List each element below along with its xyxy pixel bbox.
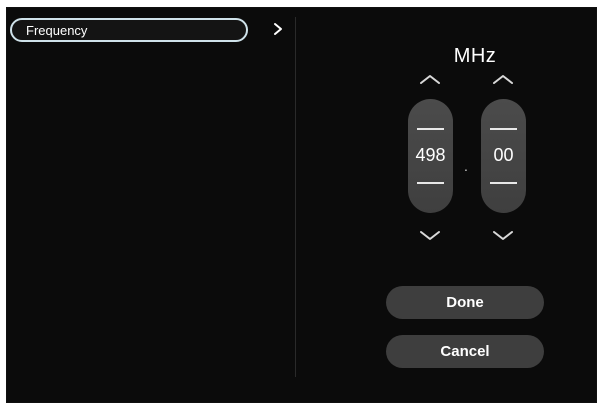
increase-integer-chevron-up-icon[interactable] [418,73,442,85]
done-button[interactable]: Done [386,286,544,319]
spinner-bottom-line [417,182,444,184]
tv-settings-screen: Frequency MHz 498 . 00 Done Cancel [6,7,597,403]
frequency-unit-label: MHz [453,45,497,67]
frequency-decimal-value: 00 [493,145,514,165]
decrease-integer-chevron-down-icon[interactable] [418,229,442,241]
decimal-separator: . [464,158,468,174]
spinner-top-line [417,128,444,130]
spinner-top-line [490,128,517,130]
sidebar-item-label: Frequency [26,22,88,38]
cancel-button[interactable]: Cancel [386,335,544,368]
chevron-right-icon [274,23,282,35]
frequency-integer-value: 498 [415,145,446,165]
frequency-decimal-spinner[interactable]: 00 [481,99,526,213]
sidebar-item-frequency[interactable]: Frequency [10,18,248,42]
spinner-bottom-line [490,182,517,184]
frequency-integer-spinner[interactable]: 498 [408,99,453,213]
decrease-decimal-chevron-down-icon[interactable] [491,229,515,241]
increase-decimal-chevron-up-icon[interactable] [491,73,515,85]
panel-divider [295,17,296,377]
